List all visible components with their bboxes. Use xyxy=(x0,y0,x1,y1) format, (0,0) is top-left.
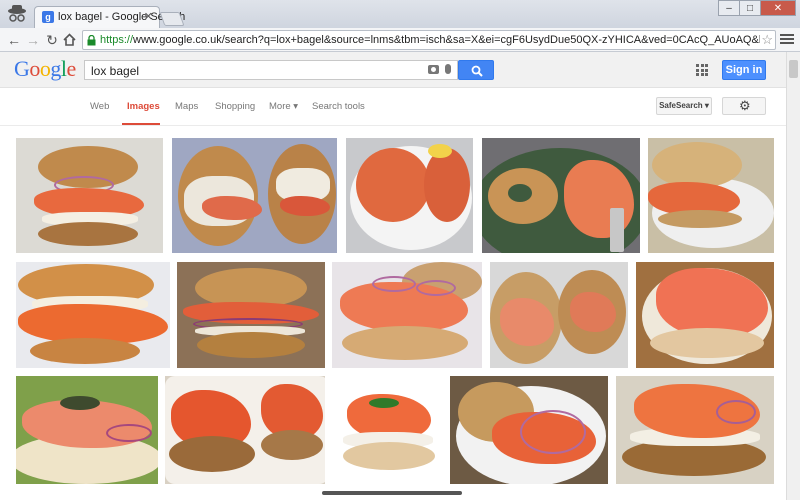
reload-icon[interactable]: ↻ xyxy=(44,32,60,48)
lock-icon xyxy=(87,35,96,46)
url-text: https://www.google.co.uk/search?q=lox+ba… xyxy=(100,34,760,46)
image-result[interactable] xyxy=(482,138,640,253)
image-result[interactable] xyxy=(490,262,628,368)
mic-icon[interactable] xyxy=(445,64,451,74)
url-path: www.google.co.uk/search?q=lox+bagel&sour… xyxy=(133,34,760,46)
back-icon[interactable]: ← xyxy=(6,32,22,48)
image-result[interactable] xyxy=(172,138,337,253)
search-box[interactable] xyxy=(84,60,458,80)
image-result[interactable] xyxy=(636,262,774,368)
tab-shopping[interactable]: Shopping xyxy=(215,101,255,112)
url-scheme: https:// xyxy=(100,34,134,46)
image-result[interactable] xyxy=(16,262,170,368)
image-result[interactable] xyxy=(165,376,325,484)
image-result[interactable] xyxy=(346,138,473,253)
google-favicon-icon: g xyxy=(42,11,54,23)
gear-icon: ⚙ xyxy=(739,98,751,113)
window-controls: – □ ✕ xyxy=(718,0,796,16)
tab-maps[interactable]: Maps xyxy=(175,101,198,112)
google-logo[interactable]: Google xyxy=(14,56,76,82)
image-results-grid xyxy=(0,126,786,500)
address-bar[interactable]: https://www.google.co.uk/search?q=lox+ba… xyxy=(82,30,776,50)
forward-icon[interactable]: → xyxy=(25,32,41,48)
page-scrollbar[interactable] xyxy=(786,52,800,500)
google-header: Google Sign in xyxy=(0,52,786,88)
image-result[interactable] xyxy=(333,376,443,484)
search-tools-button[interactable]: Search tools xyxy=(312,101,365,112)
image-result[interactable] xyxy=(332,262,482,368)
home-icon[interactable] xyxy=(63,33,76,46)
tab-images[interactable]: Images xyxy=(127,101,160,112)
incognito-icon xyxy=(8,5,26,22)
browser-tab[interactable]: g lox bagel - Google Search ✕ xyxy=(34,6,185,28)
search-input[interactable] xyxy=(91,63,411,79)
image-result[interactable] xyxy=(450,376,608,484)
browser-toolbar: ← → ↻ https://www.google.co.uk/search?q=… xyxy=(0,28,800,52)
tab-web[interactable]: Web xyxy=(90,101,109,112)
camera-icon[interactable] xyxy=(428,65,439,74)
search-nav: Web Images Maps Shopping More ▾ Search t… xyxy=(0,88,786,126)
maximize-button[interactable]: □ xyxy=(739,0,761,16)
image-result[interactable] xyxy=(16,138,163,253)
menu-icon[interactable] xyxy=(780,32,794,46)
close-tab-icon[interactable]: ✕ xyxy=(144,10,153,23)
horizontal-scroll-indicator[interactable] xyxy=(322,491,462,495)
sign-in-button[interactable]: Sign in xyxy=(722,60,766,80)
minimize-button[interactable]: – xyxy=(718,0,740,16)
active-tab-indicator xyxy=(122,123,160,125)
close-window-button[interactable]: ✕ xyxy=(760,0,796,16)
image-result[interactable] xyxy=(648,138,774,253)
safesearch-button[interactable]: SafeSearch ▾ xyxy=(656,97,712,115)
star-icon[interactable]: ☆ xyxy=(761,32,773,48)
search-icon xyxy=(471,65,483,77)
image-result[interactable] xyxy=(177,262,325,368)
tab-more[interactable]: More ▾ xyxy=(269,101,298,112)
scrollbar-thumb[interactable] xyxy=(789,60,798,78)
apps-icon[interactable] xyxy=(696,64,708,76)
search-button[interactable] xyxy=(458,60,494,80)
browser-title-bar: g lox bagel - Google Search ✕ – □ ✕ xyxy=(0,0,800,28)
settings-button[interactable]: ⚙ xyxy=(722,97,766,115)
image-result[interactable] xyxy=(16,376,158,484)
image-result[interactable] xyxy=(616,376,774,484)
